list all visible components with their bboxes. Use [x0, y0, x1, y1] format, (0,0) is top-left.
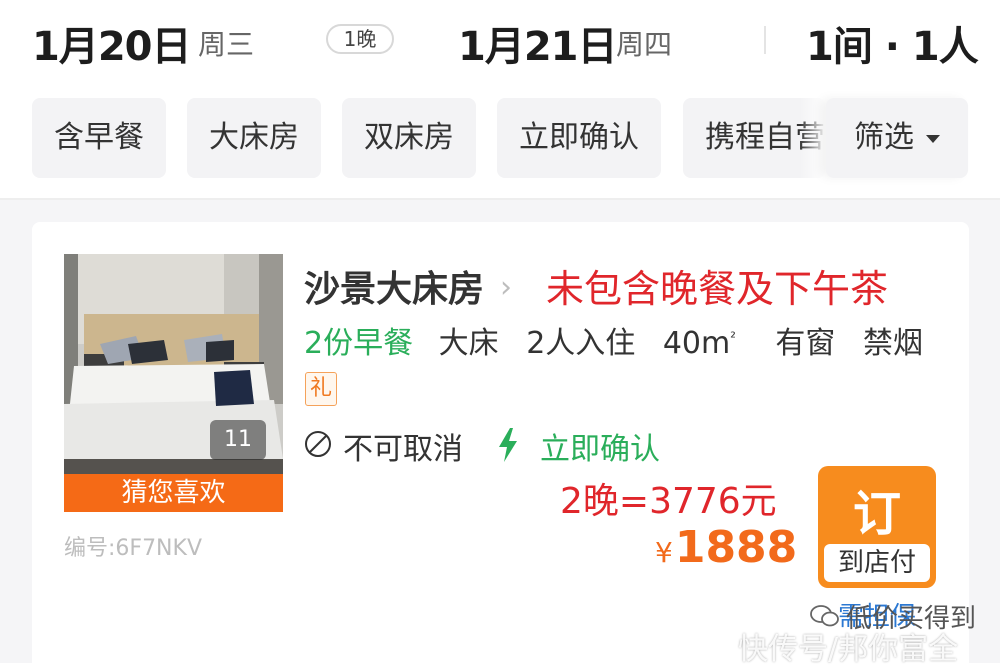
room-promo-text: 未包含晚餐及下午茶	[546, 267, 889, 311]
filter-chip-twin-bed[interactable]: 双床房	[342, 98, 476, 178]
price-value: 1888	[674, 522, 798, 573]
caret-down-icon	[926, 134, 940, 143]
room-name[interactable]: 沙景大床房	[304, 260, 484, 312]
room-code: 编号:6F7NKV	[64, 536, 202, 561]
total-price: 2晚=3776元	[560, 481, 777, 522]
window-info: 有窗	[775, 326, 836, 361]
bed-type: 大床	[438, 326, 499, 361]
nights-badge: 1晚	[326, 24, 394, 54]
filter-chip-instant-confirm[interactable]: 立即确认	[497, 98, 661, 178]
rooms-guests-selector[interactable]: 1间 · 1人	[806, 14, 979, 72]
instant-confirm-text: 立即确认	[540, 432, 660, 467]
photo-count-badge: 11	[210, 420, 266, 460]
checkout-weekday: 周四	[616, 28, 673, 61]
currency-symbol: ¥	[655, 536, 673, 569]
checkin-weekday: 周三	[198, 28, 255, 61]
date-bar: 1月20日 周三 1晚 1月21日 周四 1间 · 1人	[0, 0, 1000, 84]
book-label: 订	[852, 486, 901, 542]
no-cancel-icon	[305, 431, 331, 457]
checkout-date[interactable]: 1月21日	[458, 14, 617, 72]
filter-chip-breakfast[interactable]: 含早餐	[32, 98, 166, 178]
room-specs: 2份早餐 大床 2人入住 40m² 有窗 禁烟	[304, 318, 923, 362]
occupancy: 2人入住	[526, 326, 636, 361]
nightly-price: ¥1888	[655, 522, 797, 573]
filter-label: 筛选	[854, 120, 914, 155]
watermark-source: 快传号/邦你富全	[738, 632, 959, 667]
recommend-tag: 猜您喜欢	[64, 474, 283, 512]
divider	[764, 26, 766, 54]
lightning-icon	[499, 428, 517, 462]
room-area: 40m	[662, 326, 731, 361]
filter-button[interactable]: 筛选	[826, 98, 968, 178]
cancel-policy: 不可取消	[343, 432, 463, 467]
filter-chip-king-bed[interactable]: 大床房	[187, 98, 321, 178]
breakfast-info: 2份早餐	[304, 326, 414, 361]
pay-at-hotel-label: 到店付	[824, 544, 930, 582]
room-photo[interactable]	[64, 254, 283, 510]
gift-badge[interactable]: 礼	[305, 372, 337, 406]
checkin-date[interactable]: 1月20日	[32, 14, 191, 72]
chip-scroll-fade	[800, 98, 826, 178]
room-area-unit: ²	[730, 330, 736, 346]
book-button[interactable]: 订 到店付	[818, 466, 936, 588]
smoking-policy: 禁烟	[862, 326, 923, 361]
chevron-right-icon[interactable]: ›	[500, 270, 512, 305]
